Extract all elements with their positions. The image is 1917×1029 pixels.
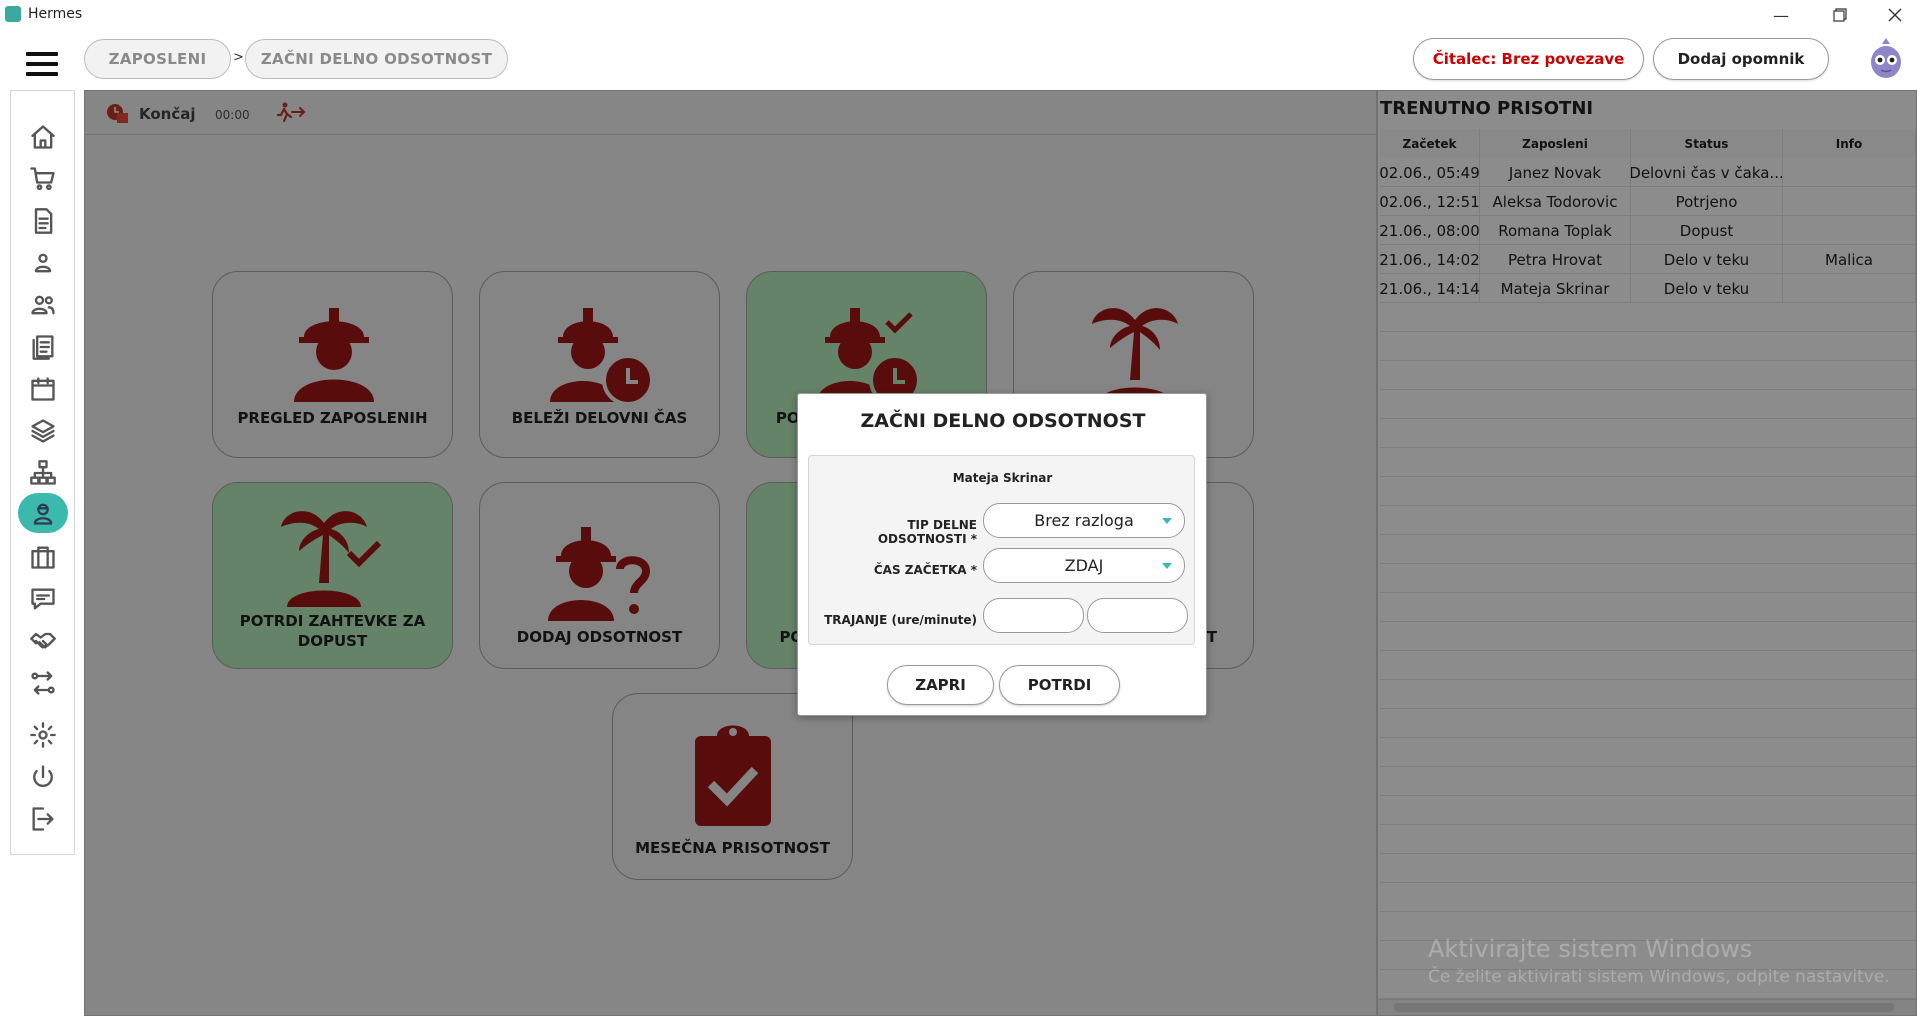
people-icon[interactable] — [25, 287, 61, 323]
breadcrumb-employees[interactable]: ZAPOSLENI — [84, 39, 231, 79]
absence-type-value: Brez razloga — [1034, 511, 1134, 530]
employee-icon[interactable] — [18, 493, 68, 533]
windows-activation-watermark: Aktivirajte sistem Windows — [1428, 935, 1753, 963]
window-title: Hermes — [28, 6, 83, 22]
breadcrumb-separator: > — [233, 50, 244, 65]
type-label: TIP DELNE ODSOTNOSTI * — [877, 518, 977, 546]
chevron-down-icon — [1162, 563, 1172, 569]
handshake-icon[interactable] — [25, 623, 61, 659]
window-titlebar: Hermes — — [0, 0, 1917, 30]
duration-label: TRAJANJE (ure/minute) — [824, 613, 977, 627]
breadcrumb-current[interactable]: ZAČNI DELNO ODSOTNOST — [245, 39, 508, 79]
dialog-form: Mateja Skrinar TIP DELNE ODSOTNOSTI * Br… — [808, 455, 1195, 645]
partial-absence-dialog: ZAČNI DELNO ODSOTNOST Mateja Skrinar TIP… — [797, 393, 1207, 716]
absence-type-select[interactable]: Brez razloga — [983, 503, 1185, 538]
menu-icon[interactable] — [26, 52, 58, 76]
sidebar — [10, 90, 75, 855]
calendar-icon[interactable] — [25, 371, 61, 407]
chevron-down-icon — [1162, 518, 1172, 524]
add-reminder-button[interactable]: Dodaj opomnik — [1653, 38, 1829, 80]
minimize-icon[interactable]: — — [1758, 0, 1804, 30]
confirm-button[interactable]: POTRDI — [999, 665, 1120, 705]
duration-hours-input[interactable] — [983, 598, 1084, 633]
hierarchy-icon[interactable] — [25, 455, 61, 491]
windows-activation-hint: Če želite aktivirati sistem Windows, odp… — [1428, 967, 1890, 987]
cart-icon[interactable] — [25, 161, 61, 197]
app-logo-icon — [5, 6, 21, 22]
restore-icon[interactable] — [1817, 0, 1863, 30]
home-icon[interactable] — [25, 119, 61, 155]
avatar[interactable] — [1866, 36, 1906, 80]
start-time-value: ZDAJ — [1064, 556, 1104, 575]
flow-icon[interactable] — [25, 665, 61, 701]
employee-name: Mateja Skrinar — [952, 471, 1053, 485]
chat-icon[interactable] — [25, 581, 61, 617]
start-time-select[interactable]: ZDAJ — [983, 548, 1185, 583]
reader-status-button[interactable]: Čitalec: Brez povezave — [1413, 38, 1644, 80]
duration-minutes-input[interactable] — [1087, 598, 1188, 633]
person-icon[interactable] — [25, 245, 61, 281]
close-button[interactable]: ZAPRI — [887, 665, 994, 705]
list-icon[interactable] — [25, 329, 61, 365]
settings-icon[interactable] — [25, 717, 61, 753]
dialog-title: ZAČNI DELNO ODSOTNOST — [860, 410, 1146, 432]
start-time-label: ČAS ZAČETKA * — [873, 563, 977, 577]
power-icon[interactable] — [25, 759, 61, 795]
layers-icon[interactable] — [25, 413, 61, 449]
close-icon[interactable] — [1872, 0, 1917, 30]
document-icon[interactable] — [25, 203, 61, 239]
briefcase-icon[interactable] — [25, 539, 61, 575]
logout-icon[interactable] — [25, 801, 61, 837]
